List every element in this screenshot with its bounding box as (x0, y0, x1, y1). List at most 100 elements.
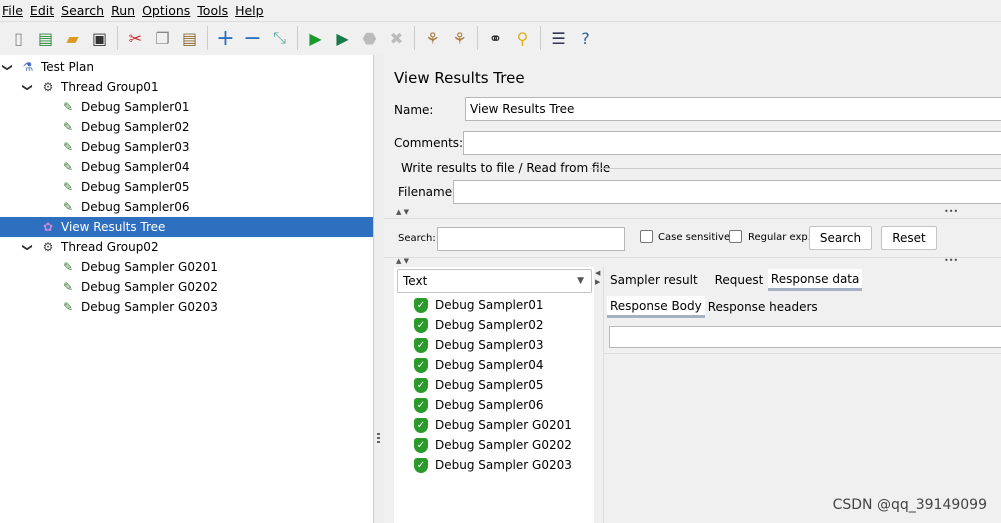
dropper-icon: ✎ (62, 100, 74, 114)
tree-node[interactable]: ✎ Debug Sampler03 (0, 137, 373, 157)
reset-button[interactable]: Reset (881, 226, 937, 250)
tree-node-label: Debug Sampler05 (81, 180, 190, 194)
name-input[interactable] (465, 97, 1001, 121)
result-item[interactable]: ✓ Debug Sampler01 (414, 295, 543, 315)
success-shield-icon: ✓ (414, 397, 428, 413)
file-group-label: Write results to file / Read from file (401, 161, 611, 175)
tree-node[interactable]: ✎ Debug Sampler05 (0, 177, 373, 197)
copy-icon[interactable]: ❐ (152, 27, 174, 49)
tree-node[interactable]: ❯ ⚙ Thread Group02 (0, 237, 373, 257)
subtab-response-body[interactable]: Response Body (607, 296, 705, 318)
dropper-icon: ✎ (62, 160, 74, 174)
tab-sampler-result[interactable]: Sampler result (607, 269, 701, 291)
gear-icon: ⚙ (42, 240, 54, 254)
result-item[interactable]: ✓ Debug Sampler04 (414, 355, 543, 375)
splitter-arrows[interactable]: ▲ ▼ (396, 257, 409, 265)
dropper-icon: ✎ (62, 280, 74, 294)
comments-input[interactable] (463, 131, 1001, 155)
menu-edit[interactable]: Edit (30, 3, 54, 18)
result-label: Debug Sampler G0203 (435, 458, 572, 472)
filename-label: Filename (398, 185, 453, 199)
start-icon[interactable]: ▶ (305, 27, 327, 49)
toolbar-separator (477, 26, 478, 50)
search-icon[interactable]: ⚭ (485, 27, 507, 49)
function-helper-icon[interactable]: ☰ (548, 27, 570, 49)
comments-label: Comments: (394, 136, 464, 150)
tree-node[interactable]: ✎ Debug Sampler06 (0, 197, 373, 217)
dropper-icon: ✎ (62, 140, 74, 154)
clear-all-icon[interactable]: ⚘ (449, 27, 471, 49)
stop-icon[interactable]: ⬣ (359, 27, 381, 49)
tree-node[interactable]: ✎ Debug Sampler02 (0, 117, 373, 137)
result-label: Debug Sampler02 (435, 318, 544, 332)
templates-icon[interactable]: ▤ (35, 27, 57, 49)
chevron-down-icon: ▼ (577, 276, 584, 286)
tree-node[interactable]: ✎ Debug Sampler G0201 (0, 257, 373, 277)
cut-icon[interactable]: ✂ (125, 27, 147, 49)
tree-node[interactable]: ✎ Debug Sampler G0202 (0, 277, 373, 297)
expand-icon[interactable]: + (215, 26, 237, 51)
start-no-pauses-icon[interactable]: ▶ (332, 27, 354, 49)
tree-node[interactable]: ❯ ⚙ Thread Group01 (0, 77, 373, 97)
reset-search-icon[interactable]: ⚲ (512, 27, 534, 49)
result-item[interactable]: ✓ Debug Sampler05 (414, 375, 543, 395)
subtab-response-headers[interactable]: Response headers (705, 296, 821, 318)
filename-input[interactable] (453, 180, 1001, 204)
success-shield-icon: ✓ (414, 297, 428, 313)
collapse-arrows[interactable]: ◀ ▶ (595, 269, 600, 287)
tree-node[interactable]: ✿ View Results Tree (0, 217, 373, 237)
menu-help[interactable]: Help (235, 3, 264, 18)
result-item[interactable]: ✓ Debug Sampler02 (414, 315, 543, 335)
result-label: Debug Sampler01 (435, 298, 544, 312)
result-item[interactable]: ✓ Debug Sampler G0202 (414, 435, 572, 455)
tree-node[interactable]: ✎ Debug Sampler G0203 (0, 297, 373, 317)
chevron-down-icon[interactable]: ❯ (2, 63, 13, 71)
splitter-arrows[interactable]: ▲ ▼ (396, 208, 409, 216)
toggle-icon[interactable]: ⤡ (269, 27, 291, 49)
success-shield-icon: ✓ (414, 417, 428, 433)
menu-file[interactable]: File (2, 3, 23, 18)
tab-response-data[interactable]: Response data (767, 269, 863, 291)
toolbar-separator (414, 26, 415, 50)
tree-node-label: Debug Sampler01 (81, 100, 190, 114)
tree-node-label: Debug Sampler G0201 (81, 260, 218, 274)
splitter-handle[interactable] (374, 55, 384, 523)
paste-icon[interactable]: ▤ (179, 27, 201, 49)
menu-run[interactable]: Run (111, 3, 135, 18)
view-results-tree-panel: View Results Tree Name: Comments: Write … (384, 55, 1001, 523)
save-icon[interactable]: ▣ (89, 27, 111, 49)
regular-exp-checkbox[interactable] (729, 230, 742, 243)
dropper-icon: ✎ (62, 260, 74, 274)
result-item[interactable]: ✓ Debug Sampler03 (414, 335, 543, 355)
menu-options[interactable]: Options (142, 3, 190, 18)
result-item[interactable]: ✓ Debug Sampler G0201 (414, 415, 572, 435)
tree-node-label: Debug Sampler02 (81, 120, 190, 134)
help-icon[interactable]: ? (575, 27, 597, 49)
dropper-icon: ✎ (62, 180, 74, 194)
open-icon[interactable]: ▰ (62, 27, 84, 49)
result-item[interactable]: ✓ Debug Sampler06 (414, 395, 543, 415)
tree-node[interactable]: ✎ Debug Sampler01 (0, 97, 373, 117)
result-label: Debug Sampler03 (435, 338, 544, 352)
search-button[interactable]: Search (809, 226, 872, 250)
clear-icon[interactable]: ⚘ (422, 27, 444, 49)
dropper-icon: ✎ (62, 300, 74, 314)
tree-node[interactable]: ❯ ⚗ Test Plan (0, 57, 373, 77)
response-search-input[interactable] (609, 326, 1001, 348)
watermark: CSDN @qq_39149099 (832, 497, 987, 513)
chevron-down-icon[interactable]: ❯ (22, 243, 33, 251)
tree-node[interactable]: ✎ Debug Sampler04 (0, 157, 373, 177)
case-sensitive-checkbox[interactable] (640, 230, 653, 243)
menu-tools[interactable]: Tools (197, 3, 228, 18)
shutdown-icon[interactable]: ✖ (386, 27, 408, 49)
search-input[interactable] (437, 227, 625, 251)
menu-search[interactable]: Search (61, 3, 104, 18)
renderer-select[interactable]: Text ▼ (397, 269, 592, 293)
collapse-icon[interactable]: − (242, 26, 264, 51)
tab-request[interactable]: Request (712, 269, 767, 291)
toolbar: ▯ ▤ ▰ ▣ ✂ ❐ ▤ + − ⤡ ▶ ▶ ⬣ ✖ ⚘ ⚘ ⚭ ⚲ ☰? (0, 21, 1001, 54)
result-label: Debug Sampler G0201 (435, 418, 572, 432)
new-icon[interactable]: ▯ (8, 27, 30, 49)
chevron-down-icon[interactable]: ❯ (22, 83, 33, 91)
result-item[interactable]: ✓ Debug Sampler G0203 (414, 455, 572, 475)
